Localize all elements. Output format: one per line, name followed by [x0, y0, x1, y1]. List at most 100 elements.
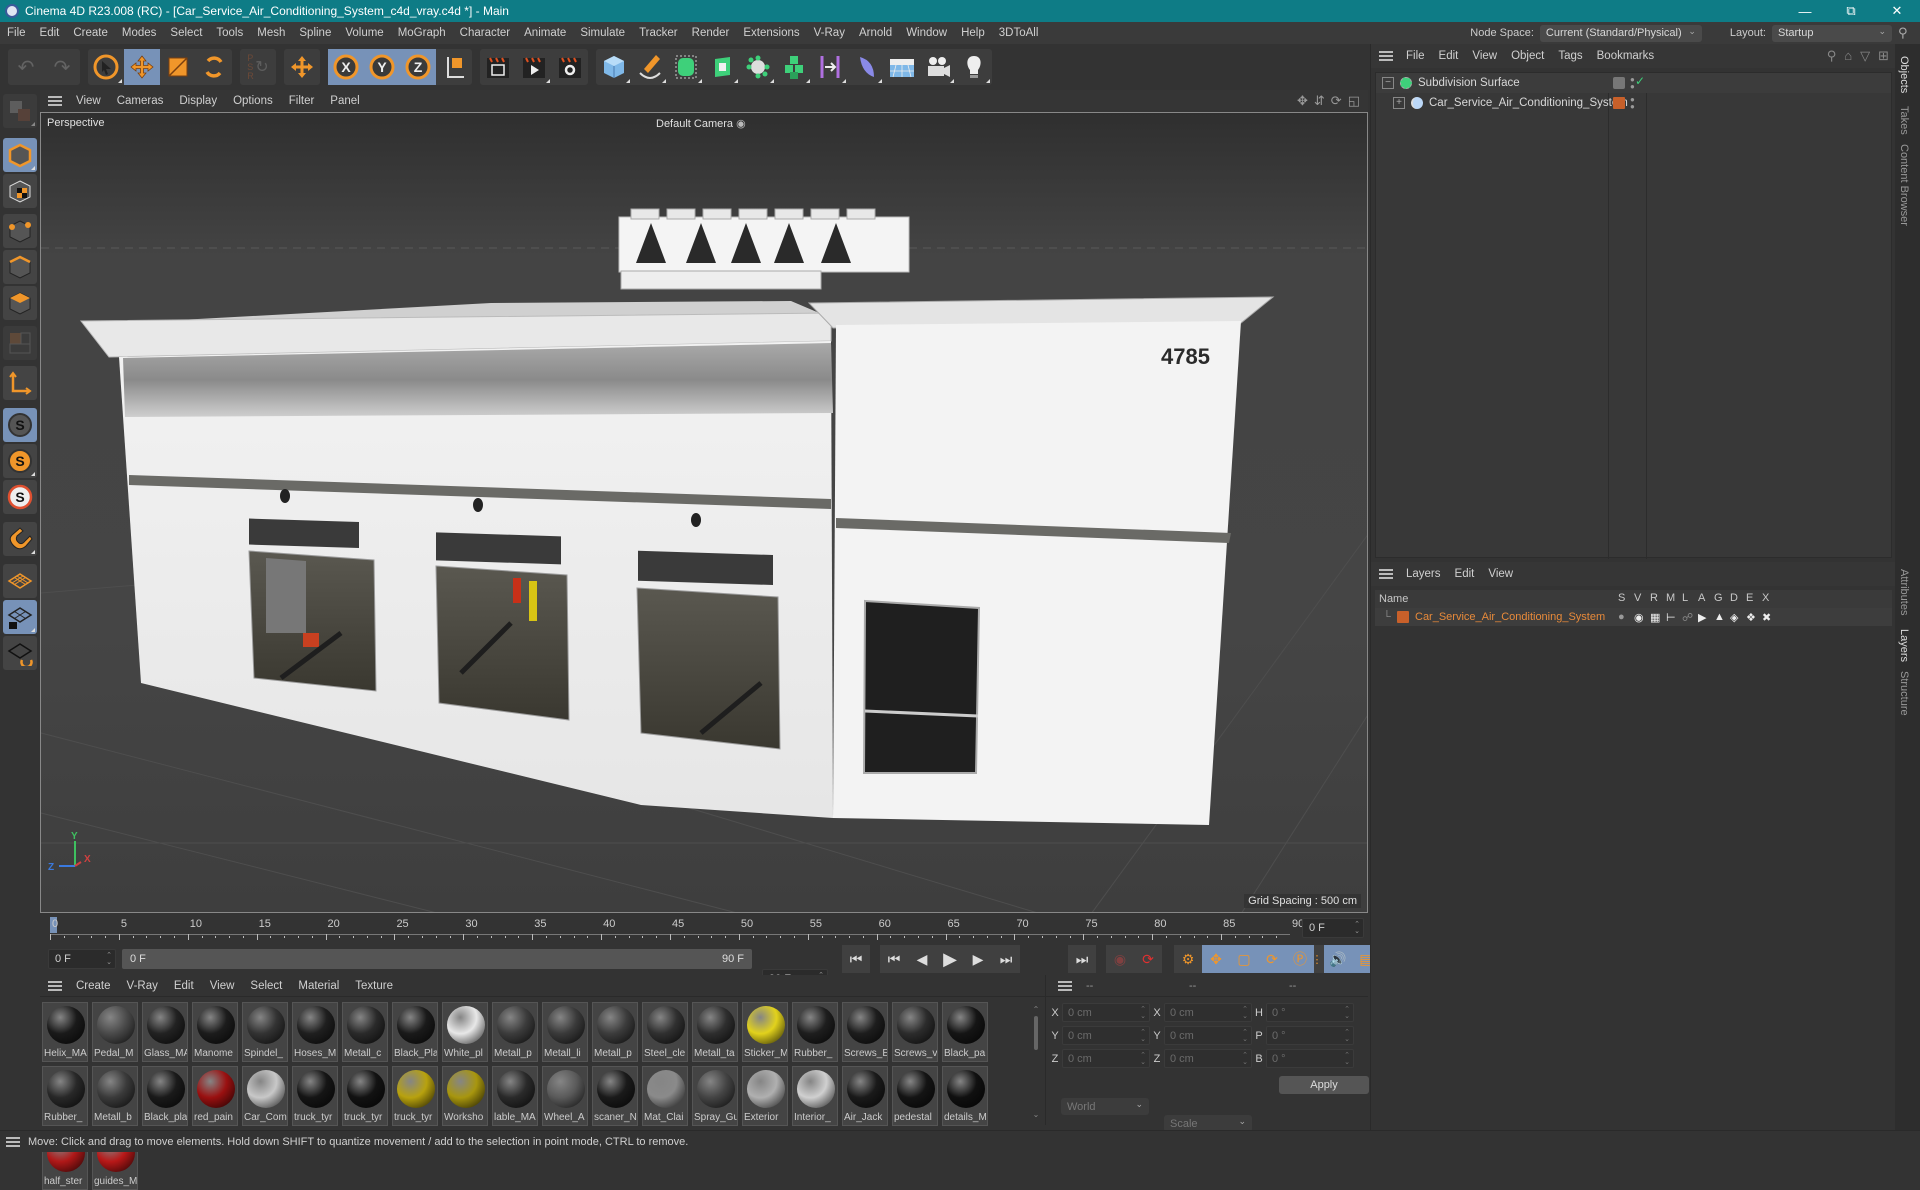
timeline-ruler[interactable]: 0 5 10 15 20 25 30 35 40 45 50 55 60 65 70 75 80 85 90 0 F…: [40, 913, 1368, 943]
material-swatch[interactable]: Mat_Clai: [642, 1066, 688, 1126]
tab-structure[interactable]: Structure: [1898, 671, 1910, 716]
layer-color-swatch[interactable]: [1613, 97, 1625, 109]
viewport-menu-options[interactable]: Options: [225, 95, 281, 107]
deformer-icon[interactable]: ◈: [1730, 611, 1738, 624]
viewport-menu-filter[interactable]: Filter: [281, 95, 323, 107]
menu-mograph[interactable]: MoGraph: [391, 27, 453, 39]
visible-eye-icon[interactable]: ◉: [1634, 611, 1644, 624]
material-swatch[interactable]: truck_tyr: [392, 1066, 438, 1126]
x-axis-lock-button[interactable]: X: [328, 49, 364, 85]
coordinate-input[interactable]: 0 ° ⌃ ⌄: [1266, 1026, 1354, 1045]
spinner-icon[interactable]: ⌃ ⌄: [1242, 1029, 1248, 1043]
next-frame-button[interactable]: ▶: [964, 945, 992, 973]
sound-button[interactable]: 🔊: [1324, 945, 1352, 973]
close-button[interactable]: ✕: [1874, 0, 1920, 22]
prev-frame-button[interactable]: ◀: [908, 945, 936, 973]
material-swatch[interactable]: Metall_li: [542, 1002, 588, 1062]
hamburger-menu-icon[interactable]: [48, 96, 62, 106]
make-editable-button[interactable]: [3, 94, 37, 128]
material-swatch[interactable]: scaner_N: [592, 1066, 638, 1126]
material-menu-edit[interactable]: Edit: [166, 980, 202, 992]
model-mode-button[interactable]: [3, 138, 37, 172]
spinner-icon[interactable]: ⌃ ⌄: [1140, 1029, 1146, 1043]
workplane-align-button[interactable]: [3, 636, 37, 670]
object-menu-tags[interactable]: Tags: [1551, 50, 1589, 62]
record-keys-button[interactable]: ◉: [1106, 945, 1134, 973]
move-axis-button[interactable]: [284, 49, 320, 85]
light-button[interactable]: [956, 49, 992, 85]
layer-menu-layers[interactable]: Layers: [1399, 568, 1448, 580]
hamburger-menu-icon[interactable]: [48, 980, 62, 991]
menu-select[interactable]: Select: [163, 27, 209, 39]
coordinate-input[interactable]: 0 cm ⌃ ⌄: [1062, 1003, 1150, 1022]
dolly-view-icon[interactable]: ⇵: [1314, 93, 1325, 109]
uv-mode-button[interactable]: [3, 326, 37, 360]
xref-icon[interactable]: ✖: [1762, 611, 1771, 624]
edge-mode-button[interactable]: [3, 250, 37, 284]
menu-help[interactable]: Help: [954, 27, 992, 39]
material-swatch[interactable]: Black_Pla: [392, 1002, 438, 1062]
material-menu-texture[interactable]: Texture: [347, 980, 401, 992]
undo-button[interactable]: ↶: [8, 49, 44, 85]
point-mode-button[interactable]: [3, 214, 37, 248]
menu-tracker[interactable]: Tracker: [632, 27, 685, 39]
material-swatch[interactable]: Metall_b: [92, 1066, 138, 1126]
play-button[interactable]: ▶: [936, 945, 964, 973]
layer-column-s[interactable]: S: [1618, 592, 1625, 604]
move-tool-button[interactable]: [124, 49, 160, 85]
material-menu-vray[interactable]: V-Ray: [119, 980, 166, 992]
object-menu-bookmarks[interactable]: Bookmarks: [1590, 50, 1662, 62]
solo-toggle-icon[interactable]: ●: [1618, 611, 1625, 623]
snap-button[interactable]: S: [3, 408, 37, 442]
layer-column-v[interactable]: V: [1634, 592, 1641, 604]
tab-layers[interactable]: Layers: [1898, 629, 1910, 662]
search-icon[interactable]: ⚲: [1827, 48, 1837, 64]
material-swatch[interactable]: Hoses_M: [292, 1002, 338, 1062]
material-swatch[interactable]: Spindel_: [242, 1002, 288, 1062]
spinner-icon[interactable]: ⌃ ⌄: [1344, 1052, 1350, 1066]
material-swatch[interactable]: Pedal_M: [92, 1002, 138, 1062]
render-settings-button[interactable]: [552, 49, 588, 85]
key-position-button[interactable]: ✥: [1202, 945, 1230, 973]
coordinate-input[interactable]: 0 cm ⌃ ⌄: [1164, 1026, 1252, 1045]
material-swatch[interactable]: Rubber_: [42, 1066, 88, 1126]
material-swatch[interactable]: Steel_cle: [642, 1002, 688, 1062]
key-scale-button[interactable]: ▢: [1230, 945, 1258, 973]
node-space-dropdown[interactable]: Current (Standard/Physical) ⌄: [1539, 24, 1702, 42]
layer-column-l[interactable]: L: [1682, 592, 1688, 604]
extrude-button[interactable]: [704, 49, 740, 85]
orbit-view-icon[interactable]: ⟳: [1331, 93, 1342, 109]
layer-column-g[interactable]: G: [1714, 592, 1723, 604]
key-rotation-button[interactable]: ⟳: [1258, 945, 1286, 973]
material-swatch[interactable]: Sticker_M: [742, 1002, 788, 1062]
goto-end-button[interactable]: ⏭: [1068, 945, 1096, 973]
hamburger-menu-icon[interactable]: [1379, 569, 1393, 579]
home-icon[interactable]: ⌂: [1844, 48, 1852, 64]
layer-menu-view[interactable]: View: [1481, 568, 1520, 580]
spinner-icon[interactable]: ⌃ ⌄: [1140, 1052, 1146, 1066]
axis-mode-button[interactable]: [3, 366, 37, 400]
menu-file[interactable]: File: [0, 27, 33, 39]
apply-button[interactable]: Apply: [1279, 1076, 1369, 1094]
spinner-icon[interactable]: ⌃ ⌄: [1242, 1052, 1248, 1066]
material-swatch[interactable]: White_pl: [442, 1002, 488, 1062]
object-menu-object[interactable]: Object: [1504, 50, 1551, 62]
material-swatch[interactable]: Screws_v: [892, 1002, 938, 1062]
layer-column-r[interactable]: R: [1650, 592, 1658, 604]
hamburger-menu-icon[interactable]: [1058, 980, 1072, 991]
render-clapper-icon[interactable]: ▦: [1650, 611, 1660, 624]
collapse-icon[interactable]: −: [1382, 77, 1394, 89]
autokey-button[interactable]: ⟳: [1134, 945, 1162, 973]
tab-objects[interactable]: Objects: [1898, 56, 1910, 93]
menu-mesh[interactable]: Mesh: [250, 27, 292, 39]
mograph-button[interactable]: [776, 49, 812, 85]
object-menu-edit[interactable]: Edit: [1432, 50, 1466, 62]
menu-tools[interactable]: Tools: [209, 27, 250, 39]
material-swatch[interactable]: Worksho: [442, 1066, 488, 1126]
coordinate-input[interactable]: 0 cm ⌃ ⌄: [1062, 1026, 1150, 1045]
material-swatch[interactable]: Screws_E: [842, 1002, 888, 1062]
material-swatch[interactable]: truck_tyr: [342, 1066, 388, 1126]
workplane-button[interactable]: [3, 564, 37, 598]
current-frame-field[interactable]: 0 F ⌃ ⌄: [1302, 918, 1364, 938]
deformer-button[interactable]: [848, 49, 884, 85]
